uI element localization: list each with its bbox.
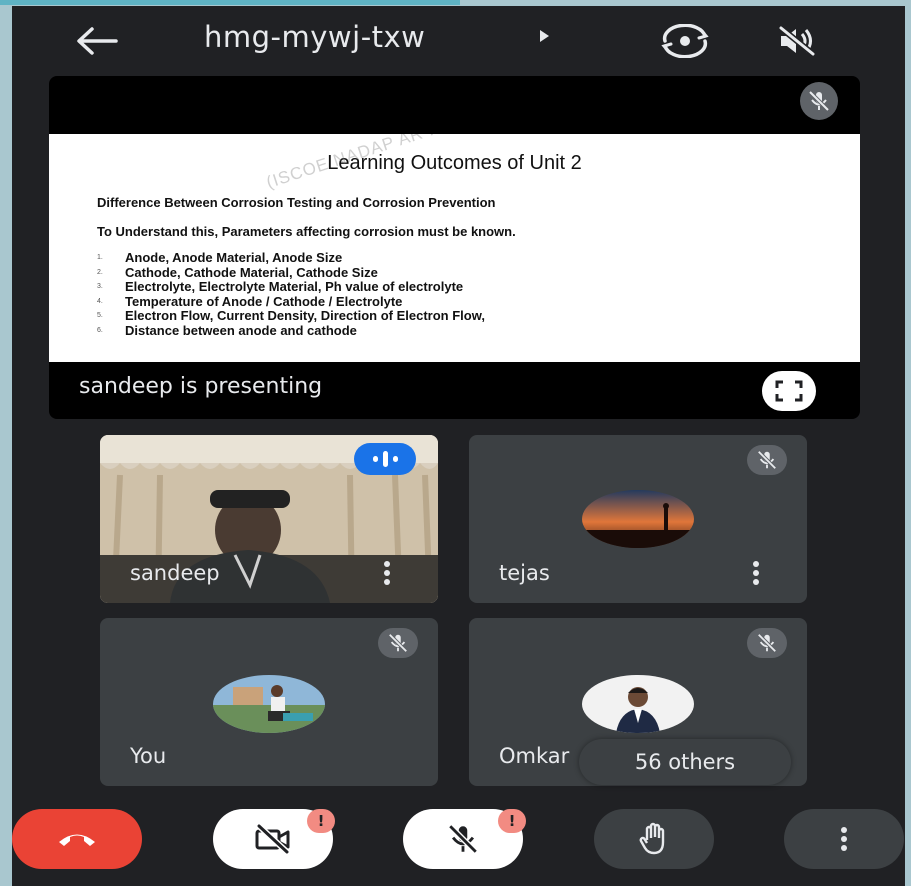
speaking-indicator	[354, 443, 416, 475]
participant-name: tejas	[499, 561, 550, 585]
slide-bullet: 2. Cathode, Cathode Material, Cathode Siz…	[97, 264, 378, 280]
more-options-button[interactable]	[784, 809, 904, 869]
slide-bullet: 1. Anode, Anode Material, Anode Size	[97, 250, 343, 265]
participant-name: You	[130, 744, 167, 768]
slide-title: Learning Outcomes of Unit 2	[327, 152, 582, 174]
avatar	[582, 675, 694, 733]
mic-off-icon	[800, 82, 838, 120]
participant-tile-tejas[interactable]: tejas	[469, 435, 807, 603]
avatar	[213, 675, 325, 733]
slide-line-1: Difference Between Corrosion Testing and…	[97, 195, 496, 210]
mic-off-icon	[747, 445, 787, 475]
window-top-strip	[0, 0, 460, 5]
presentation-tile[interactable]: Learning Outcomes of Unit 2 Difference B…	[49, 76, 860, 419]
more-vert-icon[interactable]	[384, 561, 390, 585]
slide-line-2: To Understand this, Parameters affecting…	[97, 224, 516, 239]
switch-camera-icon[interactable]	[657, 24, 713, 58]
slide-bullet: 4. Temperature of Anode / Cathode / Elect…	[97, 293, 403, 309]
participant-tile-sandeep[interactable]: sandeep	[100, 435, 438, 603]
meet-call-screen: hmg-mywj-txw Learning Outcomes of Unit 2…	[12, 6, 905, 886]
play-caret-icon[interactable]	[540, 30, 549, 42]
mic-off-icon	[448, 824, 478, 854]
speaker-off-icon[interactable]	[777, 24, 817, 58]
back-arrow-icon[interactable]	[74, 26, 118, 56]
avatar	[582, 490, 694, 548]
fullscreen-button[interactable]	[762, 371, 816, 411]
participant-name: sandeep	[130, 561, 220, 585]
camera-off-icon	[255, 824, 290, 854]
shared-slide: Learning Outcomes of Unit 2 Difference B…	[49, 134, 860, 362]
participant-tile-you[interactable]: You	[100, 618, 438, 786]
raise-hand-button[interactable]	[594, 809, 714, 869]
mic-off-icon	[378, 628, 418, 658]
mic-off-icon	[747, 628, 787, 658]
more-vert-icon	[841, 827, 847, 851]
participant-name: Omkar	[499, 744, 570, 768]
slide-bullet: 6. Distance between anode and cathode	[97, 322, 357, 338]
mic-alert-badge: !	[498, 809, 526, 833]
others-chip[interactable]: 56 others	[579, 739, 791, 785]
more-vert-icon[interactable]	[753, 561, 759, 585]
presenter-label: sandeep is presenting	[79, 374, 323, 399]
fullscreen-icon	[775, 380, 803, 402]
slide-bullet-list: 1. Anode, Anode Material, Anode Size 2. Ca…	[97, 250, 485, 338]
meeting-code[interactable]: hmg-mywj-txw	[204, 20, 425, 54]
slide-bullet: 5. Electron Flow, Current Density, Direct…	[97, 308, 485, 323]
raise-hand-icon	[639, 822, 665, 855]
camera-alert-badge: !	[307, 809, 335, 833]
end-call-button[interactable]	[12, 809, 142, 869]
slide-bullet: 3. Electrolyte, Electrolyte Material, Ph …	[97, 279, 464, 294]
end-call-icon	[59, 834, 95, 846]
